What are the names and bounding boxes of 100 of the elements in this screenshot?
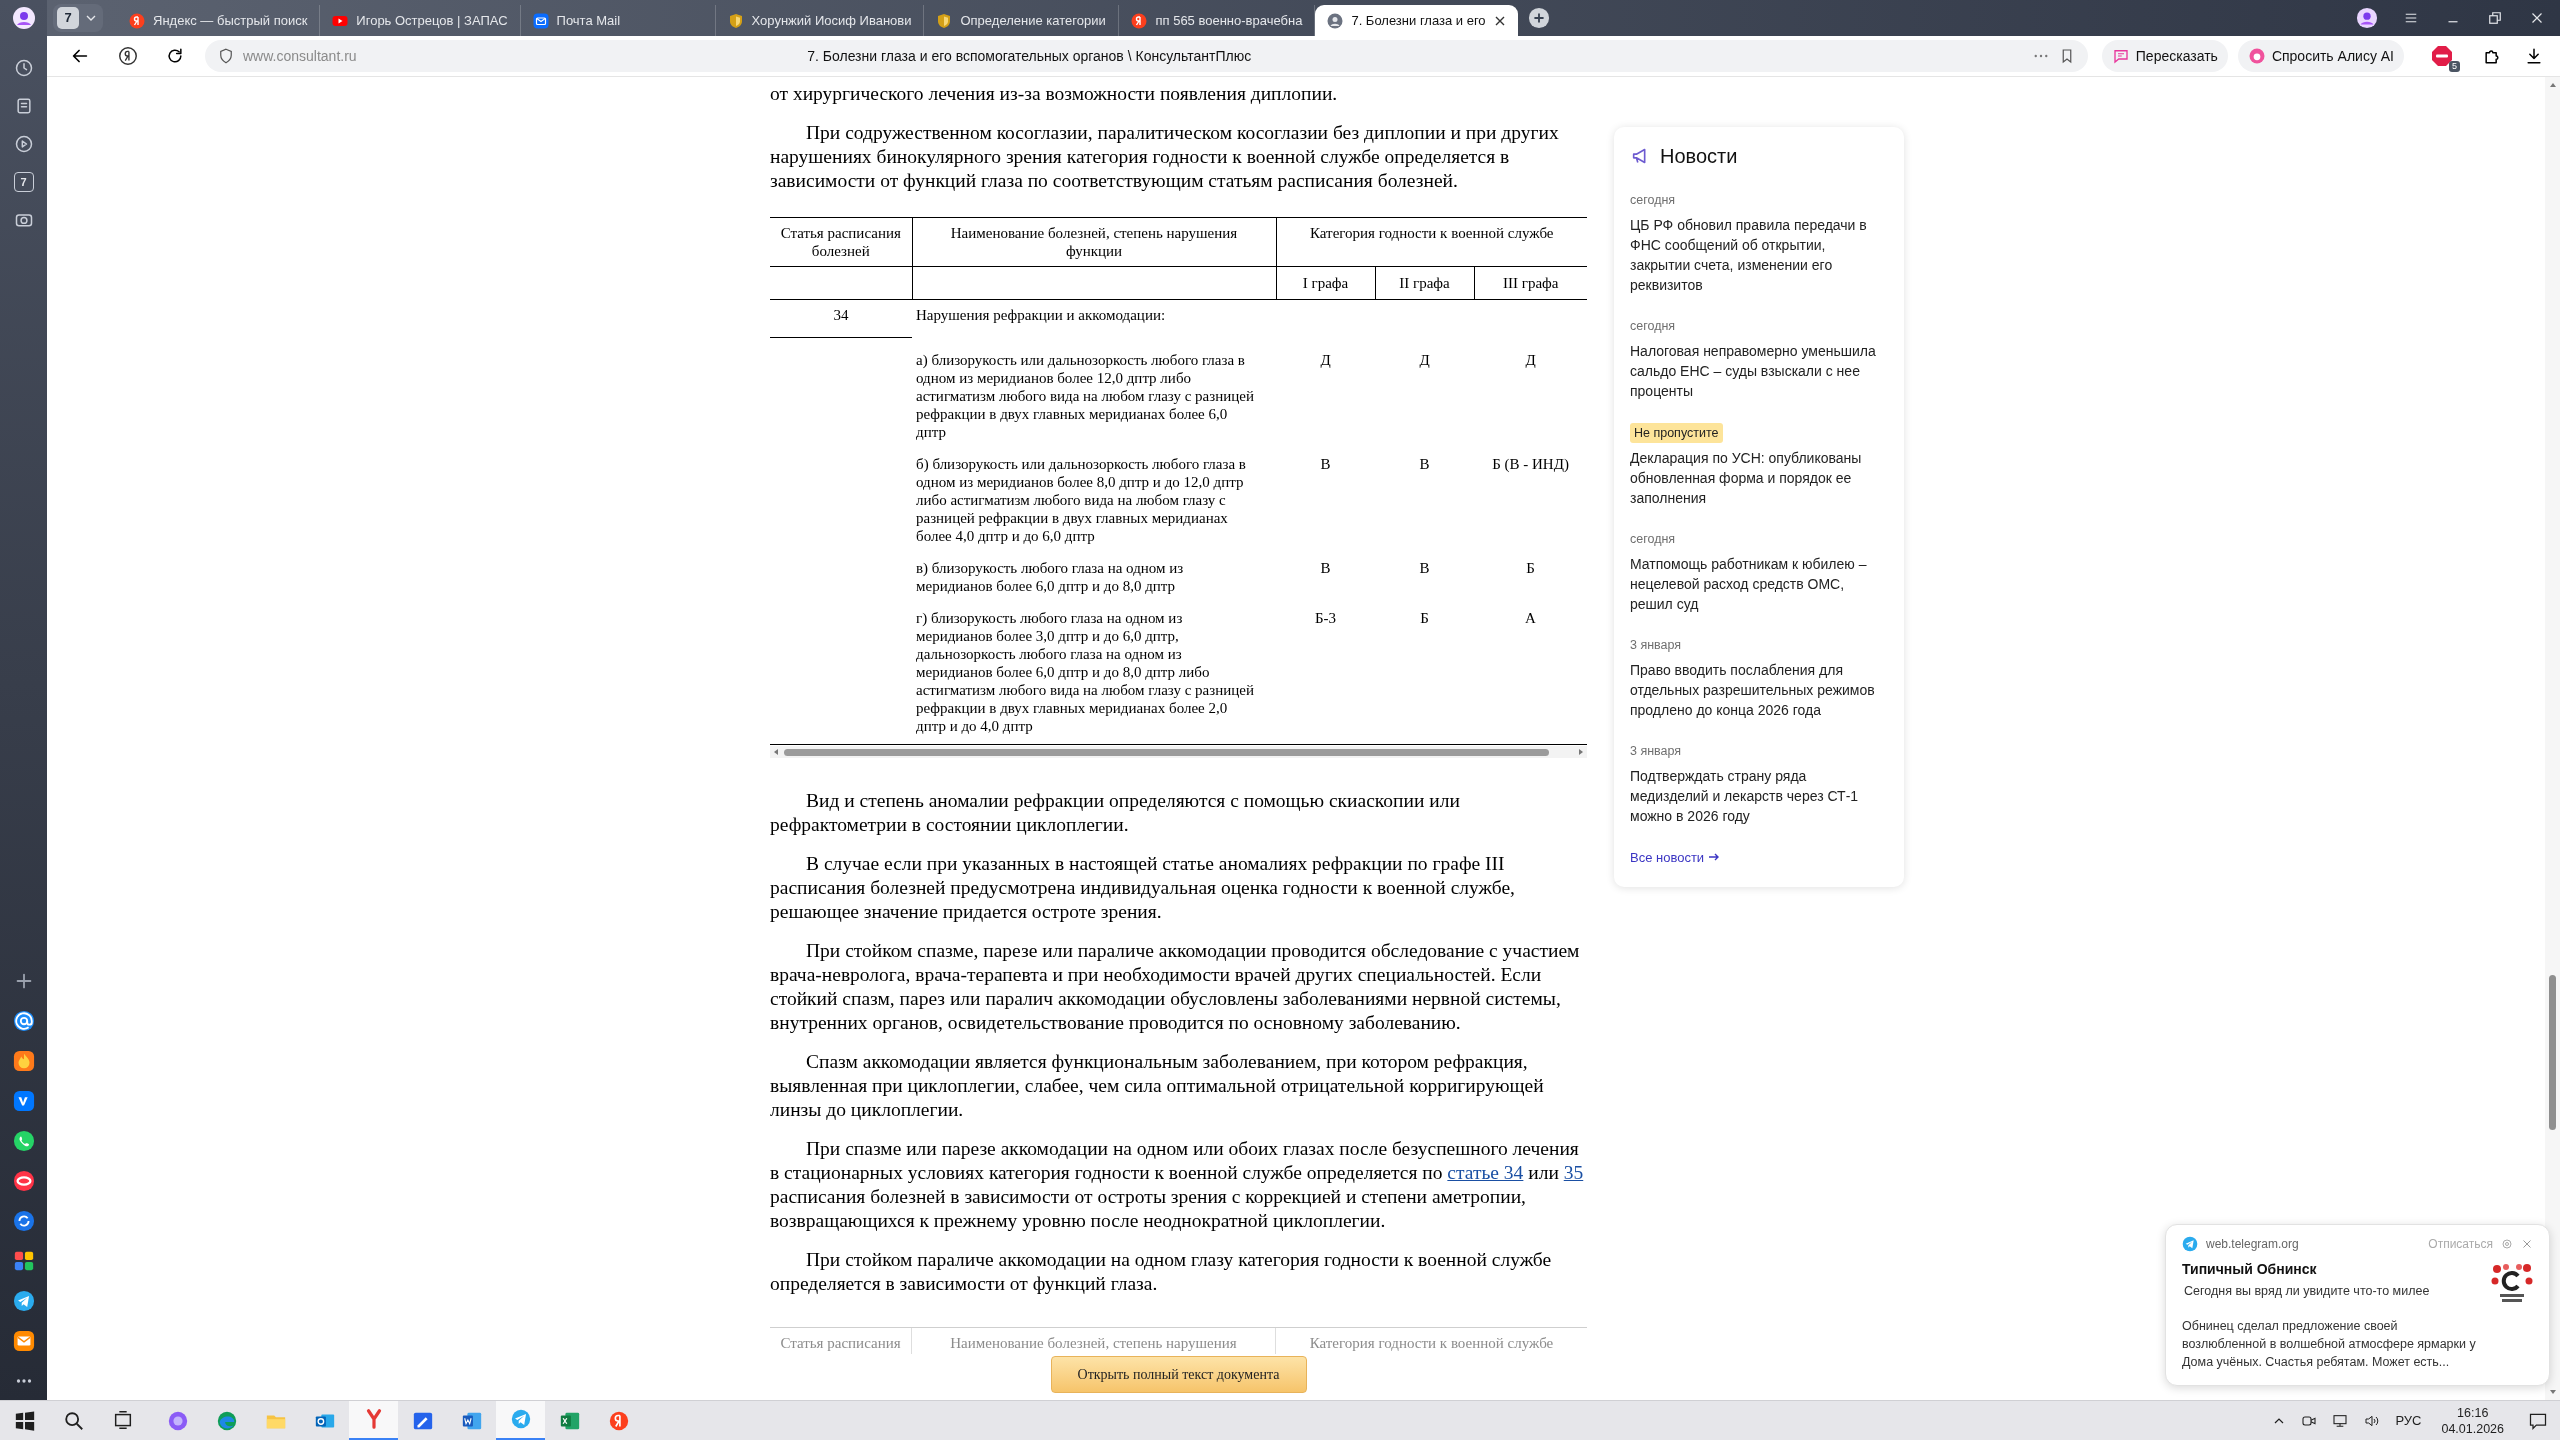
page-title: 7. Болезни глаза и его вспомогательных органов \ КонсультантПлюс xyxy=(807,46,1252,66)
stop-sign-icon[interactable] xyxy=(2430,44,2454,68)
paper-plane-icon xyxy=(2182,1236,2198,1253)
table-cell-text: В xyxy=(1418,558,1431,578)
notification-body: Обнинец сделал предложение своей возлюбленной в волшебной атмосфере ярмарки у Дома учёных. Счастья ребятам. Может есть... xyxy=(2182,1318,2477,1371)
avatar-icon[interactable] xyxy=(11,6,36,30)
open-document-button[interactable]: Открыть полный текст документа xyxy=(1050,1356,1307,1393)
news-headline[interactable]: Подтверждать страну ряда медизделий и лекарств через СТ-1 можно в 2026 году xyxy=(1630,765,1888,826)
paragraph: При спазме или парезе аккомодации на одном или обоих глазах после безуспешного лечения в стационарных условиях категория годности к военной службе определяется по статье 34 или 35 расписания болезней в зависимости от остроты зрения с коррекцией и степени аметропии, возвращающихся к прежнему уровню после неоднократной циклоплегии. xyxy=(770,1137,1585,1233)
right-arrow-icon[interactable] xyxy=(1577,748,1585,756)
table-cell-text: Б-3 xyxy=(1313,608,1338,628)
table-cell: г) близорукость любого глаза на одном из меридианов более 3,0 дптр и до 6,0 дптр, дальнозоркость любого глаза на одном из меридианов более 6,0 дптр и до 8,0 дптр либо астигматизм любого вида на любом глазу с разницей рефракции в двух главных меридианах более 2,0 дптр и до 4,0 дптр xyxy=(912,594,1276,735)
url-text: www.consultant.ru xyxy=(243,46,357,66)
search-logo-icon xyxy=(129,12,145,29)
table-cell-text: В xyxy=(1319,454,1332,474)
down-arrow-icon[interactable] xyxy=(2548,1388,2557,1396)
speech-bubble-icon xyxy=(2111,47,2130,65)
at-sign-icon[interactable] xyxy=(12,1010,35,1032)
news-headline[interactable]: Право вводить послабления для отдельных разрешительных режимов продлено до конца 2026 года xyxy=(1630,659,1888,720)
paper-plane-icon[interactable] xyxy=(12,1290,35,1312)
notification-subtitle: Сегодня вы вряд ли увидите что-то милее xyxy=(2183,1283,2431,1301)
grid-icon[interactable] xyxy=(12,1250,35,1272)
close-icon[interactable] xyxy=(1493,14,1506,27)
table-cell-text: Б xyxy=(1419,608,1430,628)
paragraph: При стойком спазме, парезе или параличе аккомодации проводится обследование с участием врача-невролога, врача-терапевта и при необходимости врачей других специальностей. Если стойкий спазм, парез или паралич аккомодации обусловлены заболеваниями нервной системы, внутренних органов, освидетельствование проводится по основному заболеванию. xyxy=(770,939,1581,1035)
paper-plane-icon xyxy=(509,1408,532,1430)
paragraph: При стойком параличе аккомодации на одном глазу категория годности к военной службе определяется в зависимости от функций глаза. xyxy=(770,1248,1553,1296)
column-header: Наименование болезней, степень нарушения функции xyxy=(912,217,1276,267)
table-cell: Нарушения рефракции и аккомодации: xyxy=(912,299,1276,338)
table-cell: 34 xyxy=(770,299,912,338)
address-field[interactable]: www.consultant.ru 7. Болезни глаза и его вспомогательных органов \ КонсультантПлюс xyxy=(205,40,2088,72)
paragraph: Вид и степень аномалии рефракции определяются с помощью скиаскопии или рефрактометрии в состоянии циклоплегии. xyxy=(770,789,1461,837)
column-header: I графа xyxy=(1276,266,1375,300)
news-headline[interactable]: Налоговая неправомерно уменьшила сальдо ЕНС – суды взыскали с нее проценты xyxy=(1630,340,1888,401)
scrollbar-thumb[interactable] xyxy=(2549,975,2556,1130)
taskbar-app-button[interactable] xyxy=(496,1400,545,1440)
phone-icon[interactable] xyxy=(12,1130,35,1152)
envelope-icon xyxy=(532,12,549,29)
horizontal-scrollbar[interactable] xyxy=(770,746,1587,758)
column-header: II графа xyxy=(1375,266,1474,300)
table-cell-text: А xyxy=(1524,608,1537,628)
table-cell-text: Б (В - ИНД) xyxy=(1491,454,1570,474)
download-icon[interactable] xyxy=(2524,46,2544,66)
left-arrow-icon[interactable] xyxy=(772,748,780,756)
news-date: 3 января xyxy=(1630,637,1682,654)
paragraph: При содружественном косоглазии, паралитическом косоглазии без диплопии и при других нарушениях бинокулярного зрения категория годности к военной службе определяется в зависимости от функций глаза по соответствующим статьям расписания болезней. xyxy=(770,121,1560,193)
column-header: Статья расписания болезней xyxy=(770,217,912,267)
envelope-icon[interactable] xyxy=(12,1330,35,1352)
paragraph: Спазм аккомодации является функциональным заболеванием, при котором рефракция, выявленная при циклоплегии, слабее, чем сила оптимальной отрицательной корригирующей линзы до циклоплегии. xyxy=(770,1050,1545,1122)
scrollbar-thumb[interactable] xyxy=(784,748,1549,756)
tab-group-button[interactable]: 7 xyxy=(53,4,103,32)
news-headline[interactable]: ЦБ РФ обновил правила передачи в ФНС сообщений об открытии, закрытии счета, изменении его реквизитов xyxy=(1630,214,1888,295)
notification-title: Типичный Обнинск xyxy=(2182,1260,2318,1280)
news-badge: Не пропустите xyxy=(1630,422,1723,444)
link[interactable]: статье 34 xyxy=(1447,1162,1524,1183)
news-headline[interactable]: Матпомощь работникам к юбилею – нецелевой расход средств ОМС, решил суд xyxy=(1630,554,1888,614)
clock[interactable]: 16:16 04.01.2026 xyxy=(2441,1404,2504,1437)
browser-tab[interactable]: 7. Болезни глаза и его xyxy=(1315,5,1518,36)
news-date: сегодня xyxy=(1630,317,1676,335)
person-icon xyxy=(1327,12,1344,29)
table-cell-text: Д xyxy=(1524,350,1537,370)
table-cell-text: В xyxy=(1319,558,1332,578)
round-logo-icon xyxy=(607,1409,630,1432)
flame-icon[interactable] xyxy=(12,1050,35,1072)
column-header: Категория годности к военной службе xyxy=(1308,1334,1555,1353)
language-indicator[interactable]: РУС xyxy=(2395,1410,2422,1431)
calendar-day-button[interactable]: 7 xyxy=(13,172,34,192)
network-icon[interactable] xyxy=(2331,1412,2350,1429)
search-logo-icon xyxy=(1131,12,1148,29)
chat-icon[interactable] xyxy=(12,1090,35,1112)
reload-icon[interactable] xyxy=(165,46,185,66)
site-name: web.telegram.org xyxy=(2206,1236,2300,1254)
start-icon xyxy=(13,1409,36,1432)
browser-logo-icon[interactable] xyxy=(117,45,139,67)
swirl-icon xyxy=(215,1409,238,1432)
all-news-link[interactable]: Все новости xyxy=(1630,847,1721,867)
ask-assistant-button[interactable]: Спросить Алису AI xyxy=(2237,40,2404,72)
news-date: 3 января xyxy=(1630,742,1682,760)
table-cell: а) близорукость или дальнозоркость любого глаза в одном из меридианов более 12,0 дптр либо астигматизм любого вида на любом глазу с разницей рефракции в двух главных меридианах более 6,0 дптр xyxy=(912,337,1276,441)
news-headline[interactable]: Декларация по УСН: опубликованы обновленная форма и порядок ее заполнения xyxy=(1630,448,1888,509)
column-header: Категория годности к военной службе xyxy=(1276,217,1587,267)
link[interactable]: 35 xyxy=(1563,1162,1584,1183)
table-cell-text: Б xyxy=(1525,558,1536,578)
paragraph: В случае если при указанных в настоящей статье аномалиях рефракции по графе III расписания болезней предусмотрена индивидуальная оценка годности к военной службе, решающее значение придается остроте зрения. xyxy=(770,852,1516,924)
retell-button[interactable]: Пересказать xyxy=(2101,40,2228,72)
ring-icon[interactable] xyxy=(12,1170,35,1192)
play-icon[interactable] xyxy=(13,134,34,154)
sync-icon[interactable] xyxy=(12,1210,35,1232)
up-arrow-icon[interactable] xyxy=(2548,81,2557,89)
column-header: Статья расписания xyxy=(770,1328,912,1354)
table-cell-text: В xyxy=(1418,454,1431,474)
avatar-icon[interactable] xyxy=(2356,7,2378,29)
shield-icon xyxy=(727,12,744,29)
taskbar-app-button[interactable] xyxy=(349,1400,398,1440)
news-date: сегодня xyxy=(1630,531,1676,549)
shield-icon xyxy=(217,47,235,65)
table-cell: б) близорукость или дальнозоркость любого глаза в одном из меридианов более 8,0 дптр и до 12,0 дптр либо астигматизм любого вида на любом глазу с разницей рефракции в двух главных меридианах более 4,0 дптр и до 6,0 дптр xyxy=(912,440,1276,545)
restore-icon[interactable] xyxy=(2486,9,2504,27)
clock-icon[interactable] xyxy=(13,58,34,78)
new-tab-icon[interactable] xyxy=(1527,7,1550,29)
